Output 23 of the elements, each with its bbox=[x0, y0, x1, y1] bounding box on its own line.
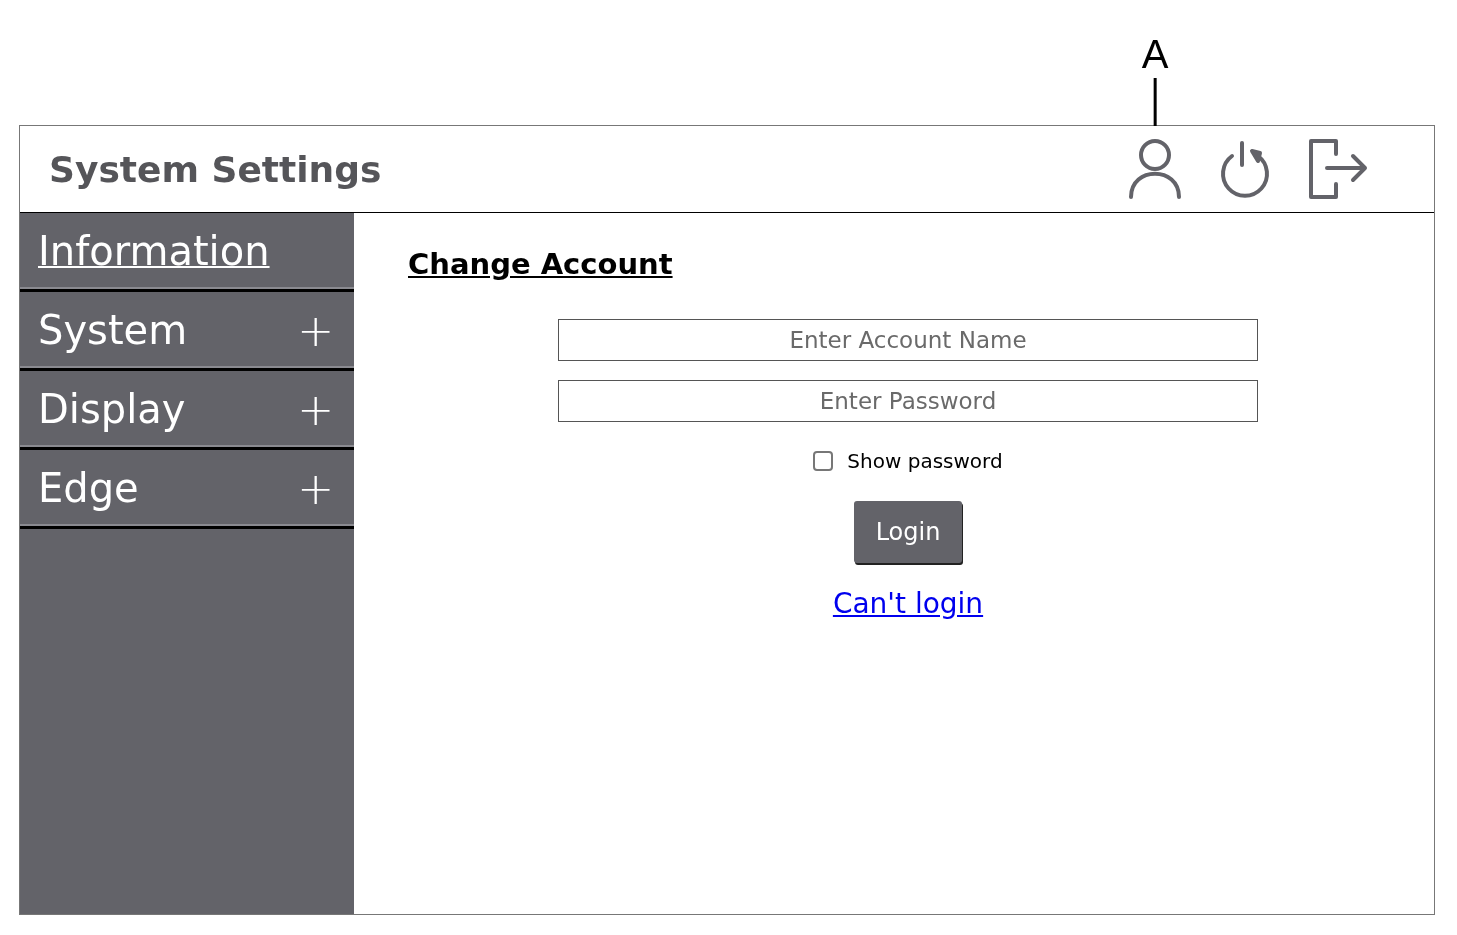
sidebar-item[interactable]: Edge + bbox=[20, 450, 354, 529]
sidebar-item[interactable]: Display + bbox=[20, 371, 354, 450]
login-button[interactable]: Login bbox=[854, 501, 962, 563]
user-icon[interactable] bbox=[1128, 138, 1182, 200]
leader-line bbox=[1153, 78, 1157, 126]
expand-symbol[interactable]: + bbox=[297, 304, 334, 356]
sidebar-item-label: System bbox=[38, 307, 188, 353]
expand-symbol[interactable]: + bbox=[297, 383, 334, 435]
checkbox-label: Show password bbox=[847, 449, 1003, 473]
logout-icon[interactable] bbox=[1308, 138, 1368, 200]
power-restart-icon[interactable] bbox=[1218, 139, 1272, 199]
account-name-field[interactable]: Enter Account Name bbox=[558, 319, 1258, 361]
checkbox[interactable] bbox=[813, 451, 834, 471]
sidebar-item-label: Edge bbox=[38, 465, 139, 511]
expand-symbol[interactable]: + bbox=[297, 462, 334, 514]
window-title: System Settings bbox=[49, 148, 382, 190]
help-link[interactable]: Can't login bbox=[832, 587, 984, 620]
section-heading: Change Account bbox=[408, 247, 674, 281]
sidebar-item[interactable]: System + bbox=[20, 292, 354, 371]
password-field[interactable]: Enter Password bbox=[558, 380, 1258, 422]
callout-label: A bbox=[1141, 34, 1169, 74]
sidebar-item-label: Display bbox=[38, 386, 186, 432]
sidebar-link[interactable]: Information bbox=[38, 228, 270, 274]
